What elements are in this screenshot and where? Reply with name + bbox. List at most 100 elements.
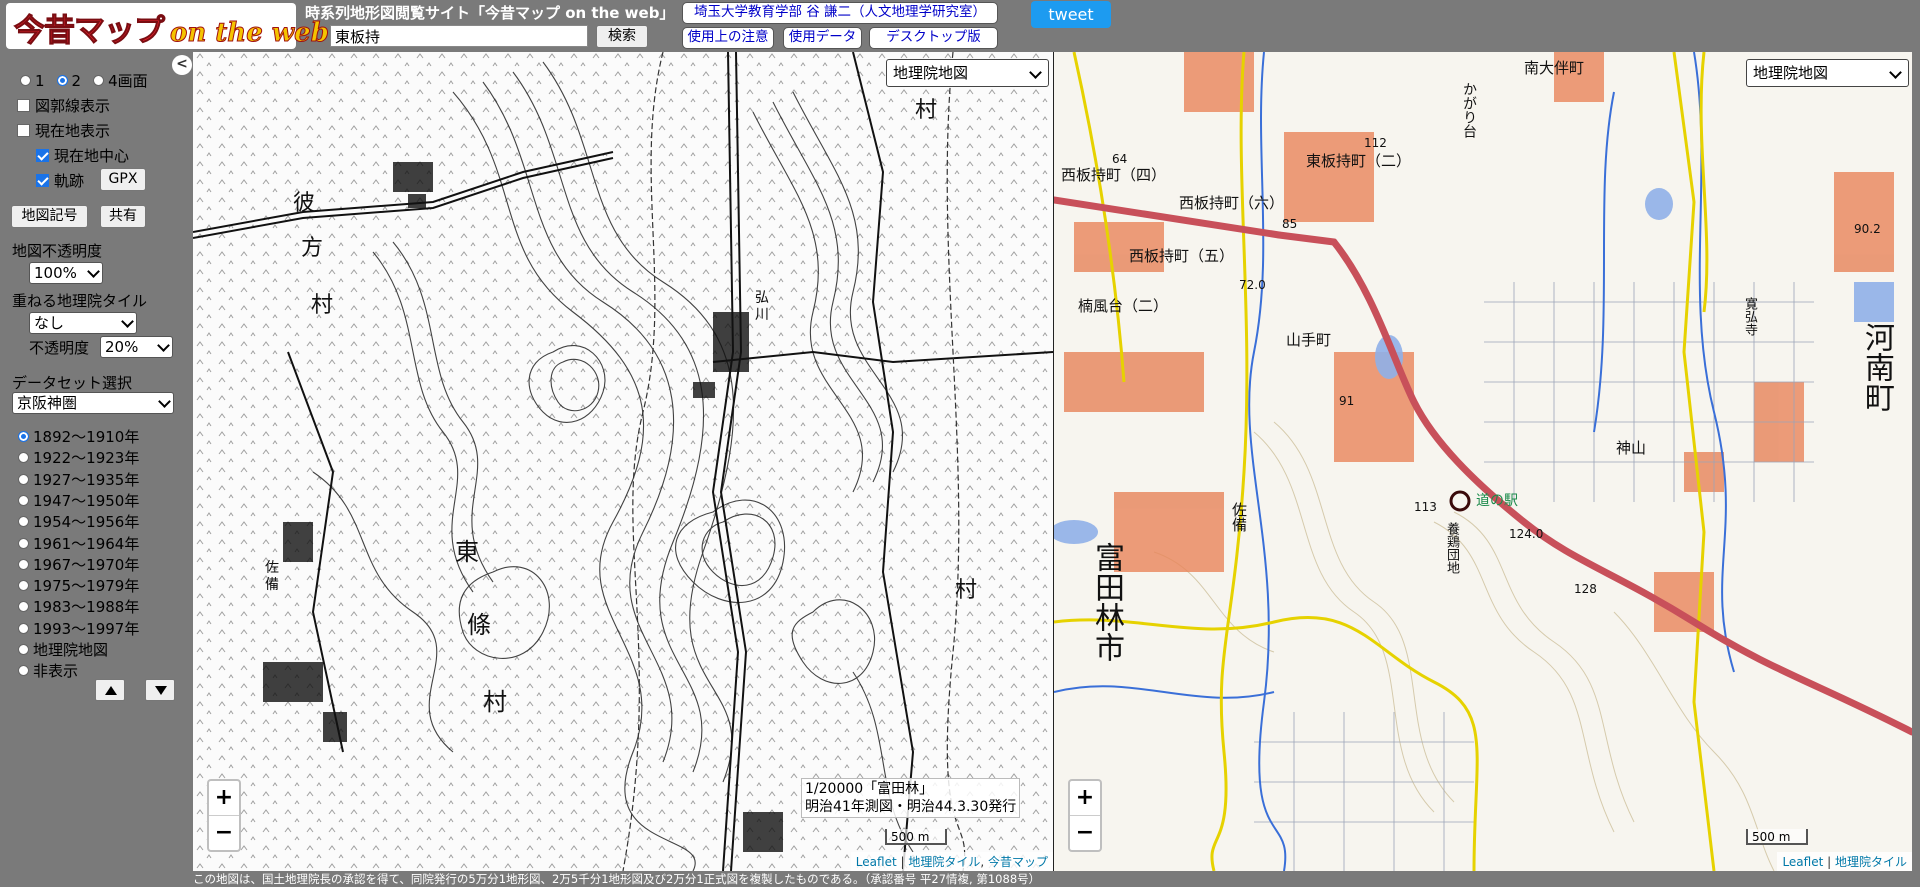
triangle-down-icon (155, 686, 167, 695)
track-checkbox[interactable] (36, 174, 49, 187)
graticule-checkbox[interactable] (17, 99, 30, 112)
period-option[interactable]: 1927～1935年 (18, 469, 139, 490)
left-zoom-out-button[interactable]: − (209, 816, 239, 850)
screen-2-label: 2 (71, 71, 82, 90)
right-zoom-control: + − (1068, 779, 1102, 852)
period-option[interactable]: 1967～1970年 (18, 554, 139, 575)
map-caption-date: 明治41年測図・明治44.3.30発行 (805, 799, 1017, 815)
period-label: 1947～1950年 (33, 491, 140, 510)
desktop-button[interactable]: デスクトップ版 (869, 27, 998, 49)
center-current-checkbox[interactable] (36, 149, 49, 162)
historical-map[interactable]: 彼 方 村 村 東 條 村 村 佐 備 弘 川 地理院地図 + − 1/2000… (193, 52, 1053, 871)
period-option[interactable]: 非表示 (18, 660, 78, 681)
period-option[interactable]: 1993～1997年 (18, 618, 139, 639)
data-button[interactable]: 使用データ (783, 27, 862, 49)
period-radio[interactable] (18, 473, 29, 485)
left-zoom-control: + − (207, 779, 241, 852)
chevron-down-icon (121, 315, 134, 328)
elevation-label: 64 (1112, 152, 1128, 166)
screen-4-label: 4画面 (108, 72, 148, 90)
gpx-button[interactable]: GPX (100, 168, 146, 191)
period-radio[interactable] (18, 622, 29, 634)
search-input[interactable] (330, 25, 588, 47)
period-option[interactable]: 1954～1956年 (18, 511, 139, 532)
period-radio[interactable] (18, 665, 29, 677)
overlay-label: 重ねる地理院タイル (12, 292, 148, 310)
dataset-label: データセット選択 (12, 374, 133, 392)
period-label: 地理院地図 (33, 641, 109, 659)
chevron-down-icon (87, 265, 100, 278)
right-zoom-in-button[interactable]: + (1070, 781, 1100, 816)
period-label: 1954～1956年 (33, 513, 140, 532)
screen-1-radio[interactable] (20, 75, 31, 86)
period-option[interactable]: 1947～1950年 (18, 490, 139, 511)
period-option[interactable]: 地理院地図 (18, 639, 108, 660)
map-label: 條 (467, 611, 491, 639)
period-radio[interactable] (18, 580, 29, 592)
period-down-button[interactable] (145, 679, 175, 701)
overlay-opacity-select[interactable]: 20% (100, 336, 173, 358)
right-map-layer-select[interactable]: 地理院地図 (1746, 59, 1909, 87)
map-label: 道の駅 (1476, 493, 1518, 509)
opacity-label: 地図不透明度 (12, 242, 103, 260)
period-radio[interactable] (18, 537, 29, 549)
right-zoom-out-button[interactable]: − (1070, 816, 1100, 850)
elevation-label: 91 (1339, 394, 1355, 408)
period-radio[interactable] (18, 494, 29, 506)
collapse-sidebar-button[interactable]: < (172, 55, 192, 75)
affiliation-button[interactable]: 埼玉大学教育学部 谷 謙二（人文地理学研究室） (682, 2, 998, 24)
screen-4-radio[interactable] (93, 75, 105, 86)
dataset-select[interactable]: 京阪神圏 (12, 392, 174, 414)
map-label: 南大伴町 (1524, 59, 1585, 77)
period-radio[interactable] (18, 601, 29, 613)
period-option[interactable]: 1961～1964年 (18, 533, 139, 554)
notes-button[interactable]: 使用上の注意 (682, 27, 774, 49)
period-radio[interactable] (18, 558, 29, 570)
map-label: 村 (311, 293, 334, 318)
period-option[interactable]: 1922～1923年 (18, 447, 139, 468)
triangle-up-icon (105, 686, 117, 695)
elevation-label: 85 (1282, 217, 1298, 231)
overlay-select[interactable]: なし (29, 312, 137, 334)
attribution-link[interactable]: Leaflet (856, 855, 897, 869)
period-option[interactable]: 1892～1910年 (18, 426, 139, 447)
attribution-link[interactable]: 地理院タイル (908, 855, 980, 869)
period-option[interactable]: 1983～1988年 (18, 596, 139, 617)
tweet-button[interactable]: tweet (1031, 1, 1111, 28)
period-radio[interactable] (18, 431, 29, 442)
map-label: 寛弘寺 (1742, 297, 1757, 336)
right-map-layer-value: 地理院地図 (1753, 64, 1829, 82)
chevron-down-icon (158, 395, 171, 408)
period-radio[interactable] (18, 516, 29, 528)
attribution-link[interactable]: 今昔マップ (988, 855, 1048, 869)
current-location-checkbox[interactable] (17, 124, 30, 137)
attribution-link[interactable]: Leaflet (1782, 855, 1823, 869)
left-scale-bar: 500 m (885, 829, 947, 845)
app-logo[interactable]: 今昔マップ on the web (6, 3, 329, 50)
map-label: 楠風台（二） (1078, 297, 1169, 315)
chevron-down-icon (1889, 66, 1902, 79)
map-label: 東 (455, 538, 479, 566)
period-radio[interactable] (18, 644, 29, 655)
period-label: 非表示 (33, 662, 79, 681)
map-label: 村 (955, 578, 978, 603)
period-up-button[interactable] (95, 679, 125, 701)
period-radio[interactable] (18, 452, 29, 464)
screen-2-radio[interactable] (56, 75, 68, 86)
search-button[interactable]: 検索 (596, 25, 648, 48)
modern-map[interactable]: 西板持町（四） 西板持町（六） 西板持町（五） 東板持町（二） 楠風台（二） 山… (1054, 52, 1912, 871)
chevron-down-icon (1029, 66, 1042, 79)
attribution-link[interactable]: 地理院タイル (1835, 855, 1907, 869)
period-option[interactable]: 1975～1979年 (18, 575, 139, 596)
map-legend-button[interactable]: 地図記号 (11, 205, 88, 228)
copyright-footnote: この地図は、国土地理院長の承認を得て、同院発行の5万分1地形図、2万5千分1地形… (193, 872, 1041, 886)
left-zoom-in-button[interactable]: + (209, 781, 239, 816)
overlay-opacity-label: 不透明度 (29, 339, 90, 357)
map-label: 川 (755, 307, 769, 323)
period-label: 1961～1964年 (33, 534, 140, 553)
opacity-select[interactable]: 100% (29, 262, 103, 284)
map-label: 西板持町（五） (1129, 247, 1235, 265)
elevation-label: 128 (1574, 582, 1597, 596)
share-button[interactable]: 共有 (100, 205, 146, 228)
left-map-layer-select[interactable]: 地理院地図 (886, 59, 1049, 87)
